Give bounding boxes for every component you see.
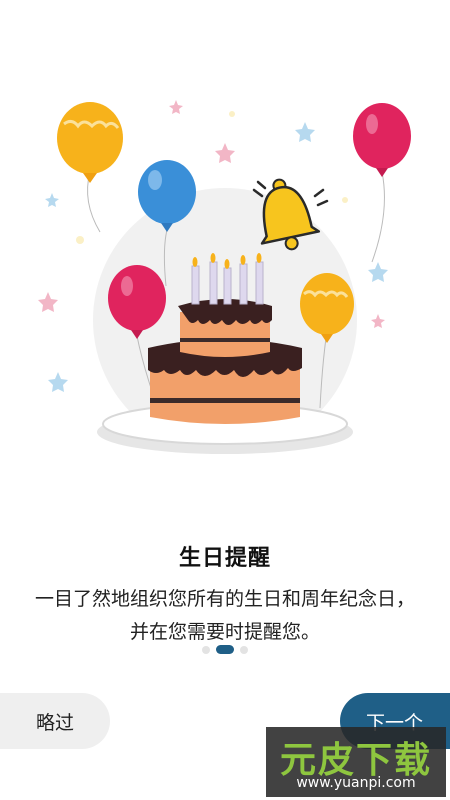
page-dot-3[interactable] [240, 645, 248, 654]
birthday-illustration [38, 100, 411, 454]
skip-button[interactable]: 略过 [0, 693, 110, 749]
balloon-icon [353, 103, 411, 263]
page-title: 生日提醒 [178, 546, 271, 571]
watermark-url: www.yuanpi.com [296, 775, 416, 791]
balloon-icon [57, 102, 123, 233]
watermark-logo: 元皮下载 www.yuanpi.com [266, 727, 446, 797]
page-dot-1[interactable] [202, 645, 210, 654]
page-dot-2-active[interactable] [216, 645, 234, 654]
page-indicator [0, 645, 450, 654]
page-description: 一目了然地组织您所有的生日和周年纪念日，并在您需要时提醒您。 [34, 588, 415, 643]
